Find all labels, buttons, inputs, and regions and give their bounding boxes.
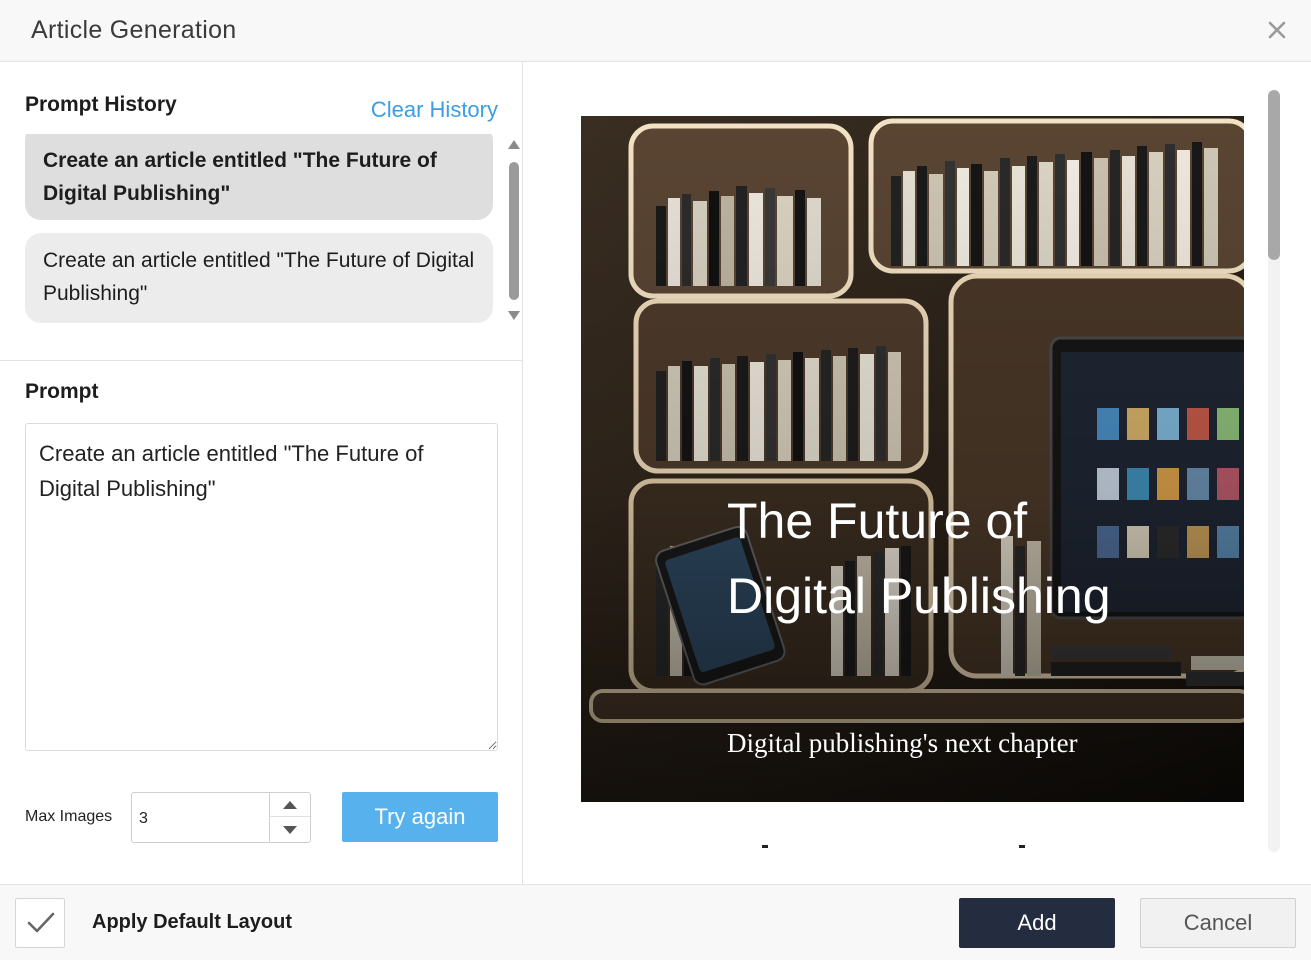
history-scrollbar[interactable] [508,140,520,320]
bookshelf-image [581,116,1244,802]
cancel-button[interactable]: Cancel [1140,898,1296,948]
scrollbar-thumb[interactable] [1268,90,1280,260]
add-button[interactable]: Add [959,898,1115,948]
dialog-title: Article Generation [31,16,237,44]
preview-article-title: The Future of Digital Publishing [727,493,1111,624]
article-preview-card[interactable]: The Future of Digital Publishing Digital… [581,116,1244,802]
dialog-header: Article Generation [0,0,1311,62]
max-images-stepper[interactable]: 3 [131,792,311,843]
max-images-label: Max Images [25,808,113,825]
max-images-value[interactable]: 3 [139,810,148,828]
checkmark-icon [27,912,55,933]
preview-article-subtitle: Digital publishing's next chapter [727,728,1078,758]
prompt-history-list: Create an article entitled "The Future o… [25,134,493,324]
history-item[interactable]: Create an article entitled "The Future o… [25,134,493,220]
history-item[interactable]: Create an article entitled "The Future o… [25,233,493,323]
scroll-down-arrow-icon[interactable] [508,311,520,320]
prompt-label: Prompt [25,380,99,403]
preview-scrollbar[interactable] [1268,90,1280,852]
scroll-up-arrow-icon[interactable] [508,140,520,149]
decrement-arrow-icon[interactable] [270,817,310,841]
apply-default-layout-label[interactable]: Apply Default Layout [92,911,292,934]
text-fragment [762,845,768,848]
apply-default-layout-checkbox[interactable] [15,898,65,948]
prompt-history-title: Prompt History [25,93,177,116]
close-icon[interactable] [1265,18,1289,42]
increment-arrow-icon[interactable] [270,793,310,817]
preview-continuation [581,837,1244,857]
clear-history-link[interactable]: Clear History [371,97,498,123]
scrollbar-thumb[interactable] [509,162,519,300]
try-again-button[interactable]: Try again [342,792,498,842]
section-divider [0,360,523,361]
prompt-textarea[interactable] [25,423,498,751]
preview-panel: The Future of Digital Publishing Digital… [524,62,1311,884]
text-fragment [1019,845,1025,848]
stepper-controls [269,793,310,842]
dialog-footer: Apply Default Layout Add Cancel [0,884,1311,960]
left-panel: Prompt History Clear History Create an a… [0,62,523,884]
